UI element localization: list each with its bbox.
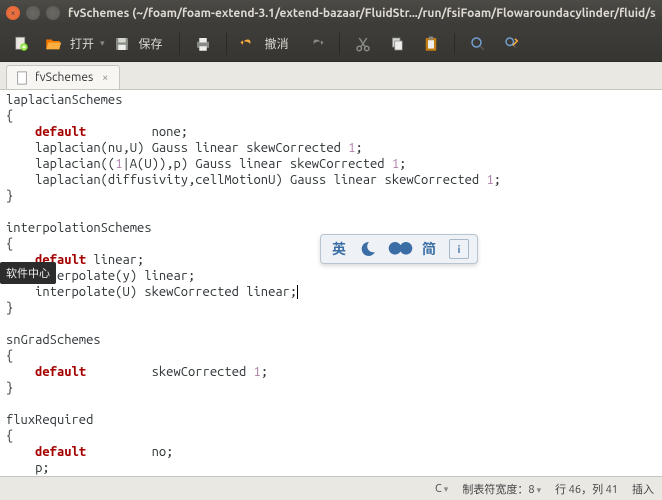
code-editor[interactable]: laplacianSchemes { default none; laplaci… [0,90,662,476]
open-button[interactable] [40,31,66,57]
separator [179,33,180,55]
cut-button[interactable] [348,31,378,57]
tooltip-software-center: 软件中心 [0,262,56,284]
replace-button[interactable] [497,31,527,57]
tab-close-icon[interactable]: × [99,72,111,84]
save-label: 保存 [139,35,163,52]
window-titlebar: × fvSchemes (~/foam/foam-extend-3.1/exte… [0,0,662,26]
window-controls: × [6,6,60,20]
redo-button[interactable] [301,31,331,57]
save-button[interactable] [109,31,135,57]
ime-moon-icon[interactable] [359,239,379,259]
tab-fvschemes[interactable]: fvSchemes × [6,65,120,89]
document-icon [15,71,29,85]
tab-label: fvSchemes [35,71,93,84]
ime-simplified-button[interactable]: 简 [419,239,439,259]
paste-button[interactable] [416,31,446,57]
separator [226,33,227,55]
new-file-button[interactable] [6,31,36,57]
status-language[interactable]: C [435,483,448,495]
undo-button[interactable] [235,31,261,57]
tab-bar: fvSchemes × [0,62,662,90]
separator [339,33,340,55]
ime-panel[interactable]: 英 ●● 简 i [320,234,478,264]
copy-button[interactable] [382,31,412,57]
status-tabwidth[interactable]: 制表符宽度：8 [462,481,541,497]
ime-fullwidth-icon[interactable]: ●● [389,239,409,259]
search-button[interactable] [463,31,493,57]
separator [454,33,455,55]
minimize-icon[interactable] [26,6,40,20]
status-mode[interactable]: 插入 [632,481,654,497]
status-position: 行 46，列 41 [555,481,618,497]
maximize-icon[interactable] [46,6,60,20]
status-bar: C 制表符宽度：8 行 46，列 41 插入 [0,476,662,500]
close-icon[interactable]: × [6,6,20,20]
open-dropdown-icon[interactable]: ▾ [100,38,105,49]
print-button[interactable] [188,31,218,57]
main-toolbar: 打开 ▾ 保存 撤消 [0,26,662,62]
open-label: 打开 [70,35,94,52]
ime-lang-button[interactable]: 英 [329,239,349,259]
window-title: fvSchemes (~/foam/foam-extend-3.1/extend… [68,7,656,20]
undo-label: 撤消 [265,35,289,52]
ime-settings-icon[interactable]: i [449,239,469,259]
